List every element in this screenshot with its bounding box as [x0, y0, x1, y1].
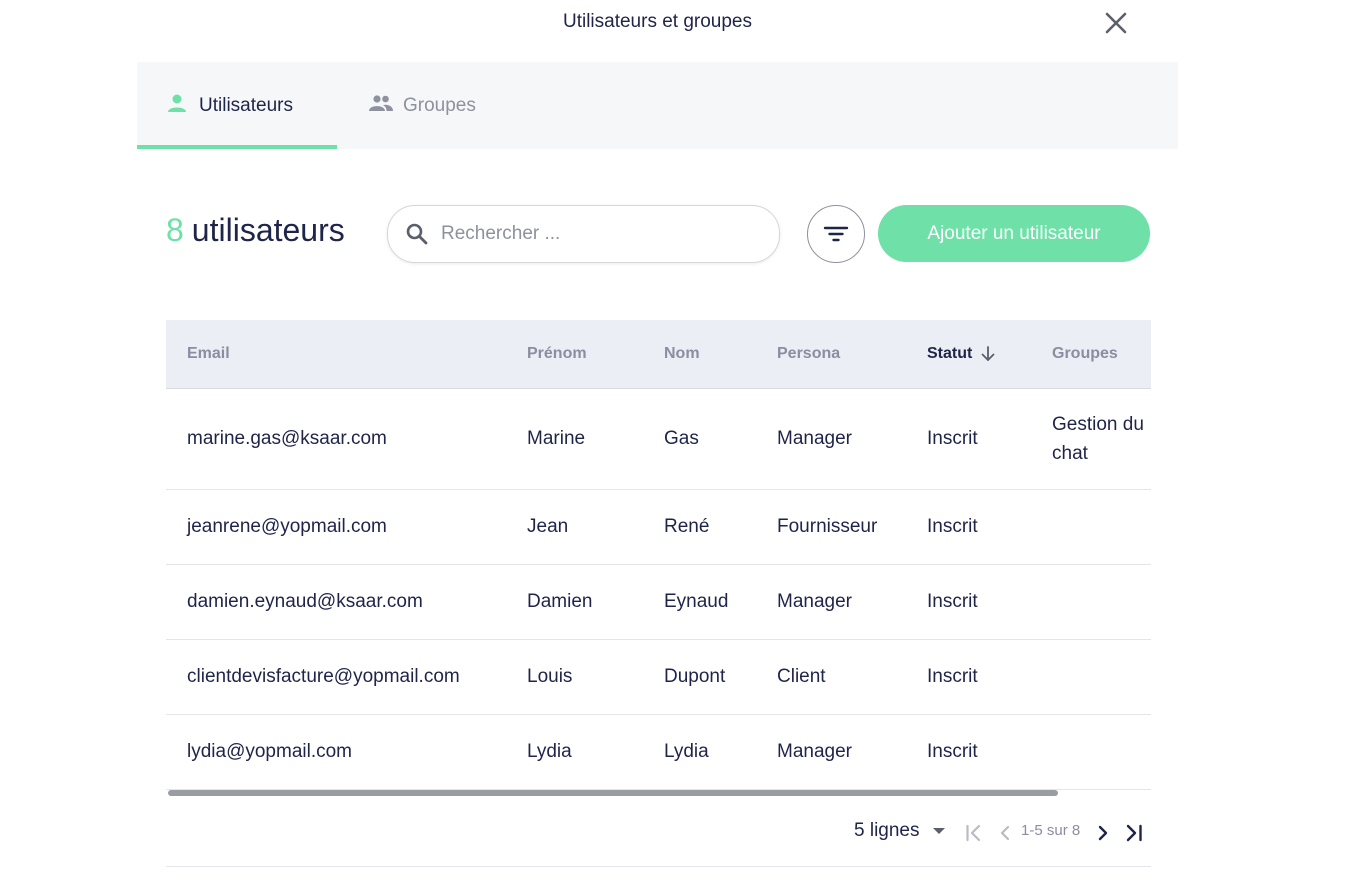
- cell-email: lydia@yopmail.com: [187, 741, 353, 762]
- cell-groups: Gestion du chat: [1052, 414, 1144, 464]
- tab-users-label: Utilisateurs: [199, 94, 293, 116]
- cell-last-name: Lydia: [664, 741, 709, 762]
- cell-email: damien.eynaud@ksaar.com: [187, 591, 423, 612]
- column-header-status[interactable]: Statut: [927, 320, 996, 388]
- page-range: 1-5 sur 8: [1021, 822, 1081, 839]
- table-row[interactable]: lydia@yopmail.com Lydia Lydia Manager In…: [166, 715, 1151, 790]
- chevron-left-icon: [1000, 825, 1010, 841]
- add-user-button[interactable]: Ajouter un utilisateur: [878, 205, 1150, 262]
- filter-button[interactable]: [807, 205, 865, 263]
- column-header-last-name[interactable]: Nom: [664, 320, 700, 388]
- cell-persona: Fournisseur: [777, 516, 878, 537]
- cell-last-name: Gas: [664, 428, 699, 449]
- close-button[interactable]: [1101, 10, 1131, 38]
- cell-email: marine.gas@ksaar.com: [187, 428, 387, 449]
- cell-persona: Manager: [777, 741, 852, 762]
- users-table: Email Prénom Nom Persona Statut Groupes …: [166, 320, 1151, 800]
- cell-last-name: René: [664, 516, 710, 537]
- column-header-status-label: Statut: [927, 345, 973, 362]
- caret-down-icon: [932, 828, 945, 834]
- cell-last-name: Eynaud: [664, 591, 729, 612]
- tab-groups-label: Groupes: [403, 94, 476, 116]
- tab-users[interactable]: Utilisateurs: [137, 62, 337, 149]
- search-box[interactable]: [387, 205, 780, 263]
- table-header: Email Prénom Nom Persona Statut Groupes: [166, 320, 1151, 389]
- modal-title: Utilisateurs et groupes: [562, 11, 753, 32]
- cell-status: Inscrit: [927, 741, 978, 762]
- next-page-button[interactable]: [1092, 820, 1114, 846]
- sort-arrow-down-icon: [981, 346, 995, 361]
- cell-last-name: Dupont: [664, 666, 726, 687]
- cell-first-name: Lydia: [527, 741, 572, 762]
- search-icon: [406, 223, 428, 245]
- chevron-right-icon: [1098, 825, 1108, 841]
- filter-icon: [823, 226, 849, 242]
- cell-persona: Manager: [777, 591, 852, 612]
- table-row[interactable]: jeanrene@yopmail.com Jean René Fournisse…: [166, 490, 1151, 565]
- last-page-icon: [1126, 824, 1142, 842]
- table-row[interactable]: marine.gas@ksaar.com Marine Gas Manager …: [166, 389, 1151, 490]
- table-row[interactable]: damien.eynaud@ksaar.com Damien Eynaud Ma…: [166, 565, 1151, 640]
- users-groups-modal: Utilisateurs et groupes Utilisateurs Gro…: [137, 0, 1178, 876]
- cell-first-name: Jean: [527, 516, 569, 537]
- users-count-label: utilisateurs: [191, 212, 345, 248]
- group-icon: [369, 94, 393, 118]
- pagination: 5 lignes 1-5 sur 8: [166, 800, 1151, 867]
- users-count: 8: [166, 212, 184, 248]
- tab-bar: Utilisateurs Groupes: [137, 62, 1178, 149]
- person-icon: [167, 93, 187, 119]
- column-header-groups[interactable]: Groupes: [1052, 320, 1118, 388]
- first-page-button[interactable]: [963, 820, 985, 846]
- close-icon: [1105, 12, 1127, 34]
- cell-persona: Client: [777, 666, 826, 687]
- cell-status: Inscrit: [927, 591, 978, 612]
- users-count-heading: 8 utilisateurs: [166, 212, 345, 249]
- search-input[interactable]: [439, 222, 753, 246]
- rows-per-page-select[interactable]: 5 lignes: [854, 820, 946, 842]
- table-horizontal-scrollbar[interactable]: [168, 790, 1058, 796]
- column-header-email[interactable]: Email: [187, 320, 230, 388]
- cell-first-name: Damien: [527, 591, 593, 612]
- tab-groups[interactable]: Groupes: [369, 62, 476, 149]
- cell-email: jeanrene@yopmail.com: [187, 516, 387, 537]
- table-row[interactable]: clientdevisfacture@yopmail.com Louis Dup…: [166, 640, 1151, 715]
- cell-email: clientdevisfacture@yopmail.com: [187, 666, 460, 687]
- column-header-persona[interactable]: Persona: [777, 320, 840, 388]
- cell-first-name: Louis: [527, 666, 573, 687]
- cell-status: Inscrit: [927, 428, 978, 449]
- cell-status: Inscrit: [927, 516, 978, 537]
- cell-persona: Manager: [777, 428, 852, 449]
- rows-per-page-value: 5 lignes: [854, 820, 920, 841]
- cell-first-name: Marine: [527, 428, 586, 449]
- cell-status: Inscrit: [927, 666, 978, 687]
- last-page-button[interactable]: [1123, 820, 1145, 846]
- first-page-icon: [966, 824, 981, 842]
- previous-page-button[interactable]: [994, 820, 1016, 846]
- column-header-first-name[interactable]: Prénom: [527, 320, 587, 388]
